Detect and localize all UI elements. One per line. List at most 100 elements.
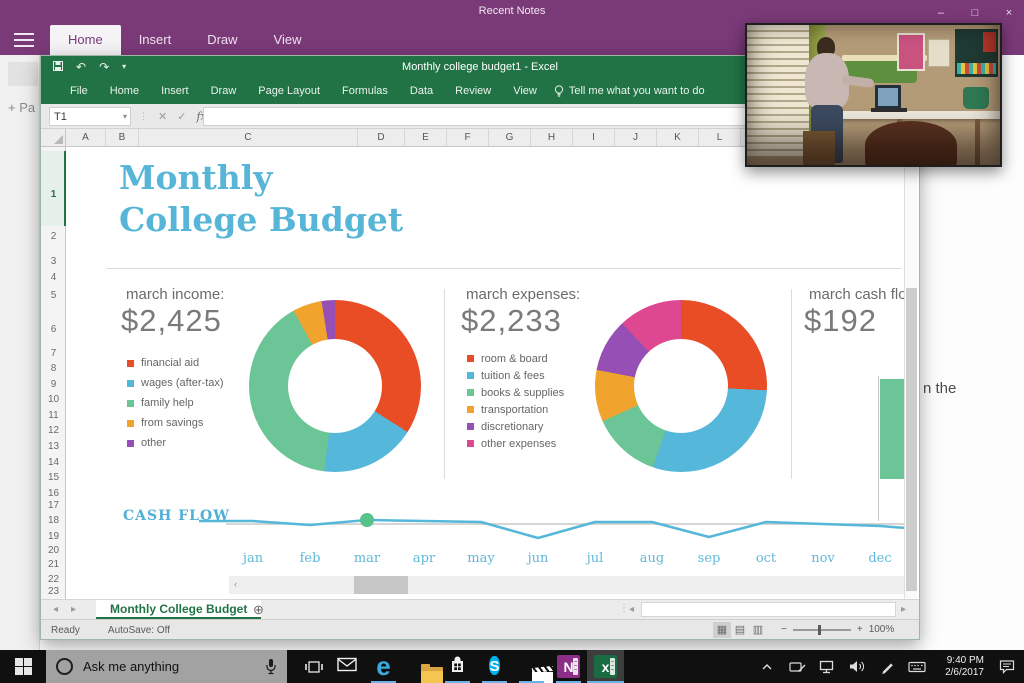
row-header-3[interactable]: 3 — [41, 256, 66, 270]
cashflow-bar[interactable] — [880, 379, 906, 479]
hamburger-menu-icon[interactable] — [14, 33, 34, 47]
row-header-13[interactable]: 13 — [41, 441, 66, 455]
column-header-D[interactable]: D — [358, 129, 405, 146]
network-icon[interactable] — [812, 659, 842, 674]
sheet-tab[interactable]: Monthly College Budget — [96, 600, 262, 619]
expenses-donut-chart[interactable] — [595, 300, 767, 472]
onenote-tab-draw[interactable]: Draw — [189, 25, 255, 55]
start-button[interactable] — [0, 650, 46, 683]
zoom-slider[interactable] — [792, 624, 851, 635]
page-break-view-button[interactable]: ▥ — [749, 622, 767, 638]
row-header-9[interactable]: 9 — [41, 379, 66, 393]
excel-ribbon-tab-file[interactable]: File — [59, 79, 99, 103]
column-header-K[interactable]: K — [657, 129, 699, 146]
zoom-in-icon[interactable]: + — [857, 624, 863, 635]
tablet-pen-device-icon[interactable] — [782, 659, 812, 674]
enter-formula-icon[interactable]: ✓ — [177, 110, 186, 123]
column-header-I[interactable]: I — [573, 129, 615, 146]
row-header-21[interactable]: 21 — [41, 559, 66, 573]
excel-ribbon-tab-home[interactable]: Home — [99, 79, 150, 103]
volume-icon[interactable] — [842, 659, 872, 674]
sheet-prev-icon[interactable]: ◂ — [53, 604, 58, 615]
row-header-6[interactable]: 6 — [41, 324, 66, 338]
name-box[interactable]: T1 ▾ — [49, 107, 131, 126]
row-header-18[interactable]: 18 — [41, 515, 66, 529]
taskbar-app-mail[interactable] — [328, 650, 365, 683]
video-overlay[interactable] — [745, 23, 1002, 167]
column-header-F[interactable]: F — [447, 129, 489, 146]
show-hidden-icons-chevron[interactable] — [752, 660, 782, 674]
column-header-L[interactable]: L — [699, 129, 741, 146]
row-header-8[interactable]: 8 — [41, 363, 66, 377]
cancel-formula-icon[interactable]: ✕ — [158, 110, 167, 123]
column-header-B[interactable]: B — [106, 129, 139, 146]
taskbar-app-skype[interactable]: S — [476, 650, 513, 683]
taskbar-app-store[interactable] — [439, 650, 476, 683]
taskbar-app-excel[interactable]: x — [587, 650, 624, 683]
search-box[interactable]: Ask me anything — [46, 650, 287, 683]
onenote-sidebar-button[interactable] — [8, 62, 38, 86]
column-header-G[interactable]: G — [489, 129, 531, 146]
row-header-15[interactable]: 15 — [41, 472, 66, 486]
add-page-button[interactable]: + Pa — [8, 100, 42, 115]
worksheet-canvas[interactable]: Monthly College Budget march income: $2,… — [66, 147, 906, 601]
hscroll-left-icon[interactable]: ◂ — [629, 604, 634, 615]
zoom-level[interactable]: 100% — [869, 624, 895, 635]
scrollbar-thumb[interactable] — [354, 576, 408, 594]
select-all-corner[interactable] — [41, 129, 66, 147]
row-header-23[interactable]: 23 — [41, 586, 66, 600]
new-sheet-icon[interactable]: ⊕ — [253, 602, 264, 618]
taskbar-app-edge[interactable]: e — [365, 650, 402, 683]
vertical-scrollbar[interactable] — [904, 147, 917, 601]
normal-view-button[interactable]: ▦ — [713, 622, 731, 638]
taskbar-app-movies-tv[interactable] — [513, 650, 553, 683]
row-header-5[interactable]: 5 — [41, 290, 66, 304]
minimize-icon[interactable]: – — [932, 7, 950, 19]
column-header-E[interactable]: E — [405, 129, 447, 146]
excel-ribbon-tab-insert[interactable]: Insert — [150, 79, 200, 103]
onenote-tab-insert[interactable]: Insert — [121, 25, 190, 55]
row-header-7[interactable]: 7 — [41, 348, 66, 362]
maximize-icon[interactable]: □ — [966, 7, 984, 19]
excel-ribbon-tab-page-layout[interactable]: Page Layout — [247, 79, 331, 103]
income-donut-chart[interactable] — [249, 300, 421, 472]
horizontal-scrollbar[interactable] — [641, 602, 896, 617]
row-header-1[interactable]: 1 — [41, 189, 66, 203]
taskbar-clock[interactable]: 9:40 PM 2/6/2017 — [932, 655, 984, 679]
tell-me-box[interactable]: Tell me what you want to do — [554, 84, 705, 98]
excel-ribbon-tab-draw[interactable]: Draw — [200, 79, 248, 103]
action-center-button[interactable] — [990, 659, 1024, 674]
column-header-H[interactable]: H — [531, 129, 573, 146]
sheet-next-icon[interactable]: ▸ — [71, 604, 76, 615]
excel-ribbon-tab-data[interactable]: Data — [399, 79, 444, 103]
onenote-tab-view[interactable]: View — [256, 25, 320, 55]
hscroll-right-icon[interactable]: ▸ — [901, 604, 906, 615]
chart-horizontal-scrollbar[interactable]: ‹ — [229, 576, 906, 594]
row-header-19[interactable]: 19 — [41, 531, 66, 545]
row-header-12[interactable]: 12 — [41, 425, 66, 439]
row-header-20[interactable]: 20 — [41, 545, 66, 559]
zoom-out-icon[interactable]: − — [781, 624, 787, 635]
touch-keyboard-icon[interactable] — [902, 660, 932, 674]
vertical-scrollbar-thumb[interactable] — [906, 288, 917, 591]
excel-ribbon-tab-formulas[interactable]: Formulas — [331, 79, 399, 103]
onenote-tab-home[interactable]: Home — [50, 25, 121, 55]
row-header-17[interactable]: 17 — [41, 500, 66, 514]
namebox-dropdown-icon[interactable]: ▾ — [123, 112, 127, 121]
row-header-11[interactable]: 11 — [41, 410, 66, 424]
row-header-14[interactable]: 14 — [41, 457, 66, 471]
excel-ribbon-tab-review[interactable]: Review — [444, 79, 502, 103]
excel-ribbon-tab-view[interactable]: View — [502, 79, 548, 103]
microphone-icon[interactable] — [265, 658, 277, 680]
windows-ink-pen-icon[interactable] — [872, 659, 902, 674]
page-layout-view-button[interactable]: ▤ — [731, 622, 749, 638]
taskbar-app-file-explorer[interactable] — [402, 650, 443, 683]
column-header-A[interactable]: A — [66, 129, 106, 146]
taskbar-app-onenote[interactable]: N — [550, 650, 587, 683]
row-header-2[interactable]: 2 — [41, 231, 66, 245]
column-header-C[interactable]: C — [139, 129, 358, 146]
row-header-4[interactable]: 4 — [41, 272, 66, 286]
scroll-left-icon[interactable]: ‹ — [234, 579, 237, 589]
row-header-10[interactable]: 10 — [41, 394, 66, 408]
zoom-slider-thumb[interactable] — [817, 624, 821, 635]
